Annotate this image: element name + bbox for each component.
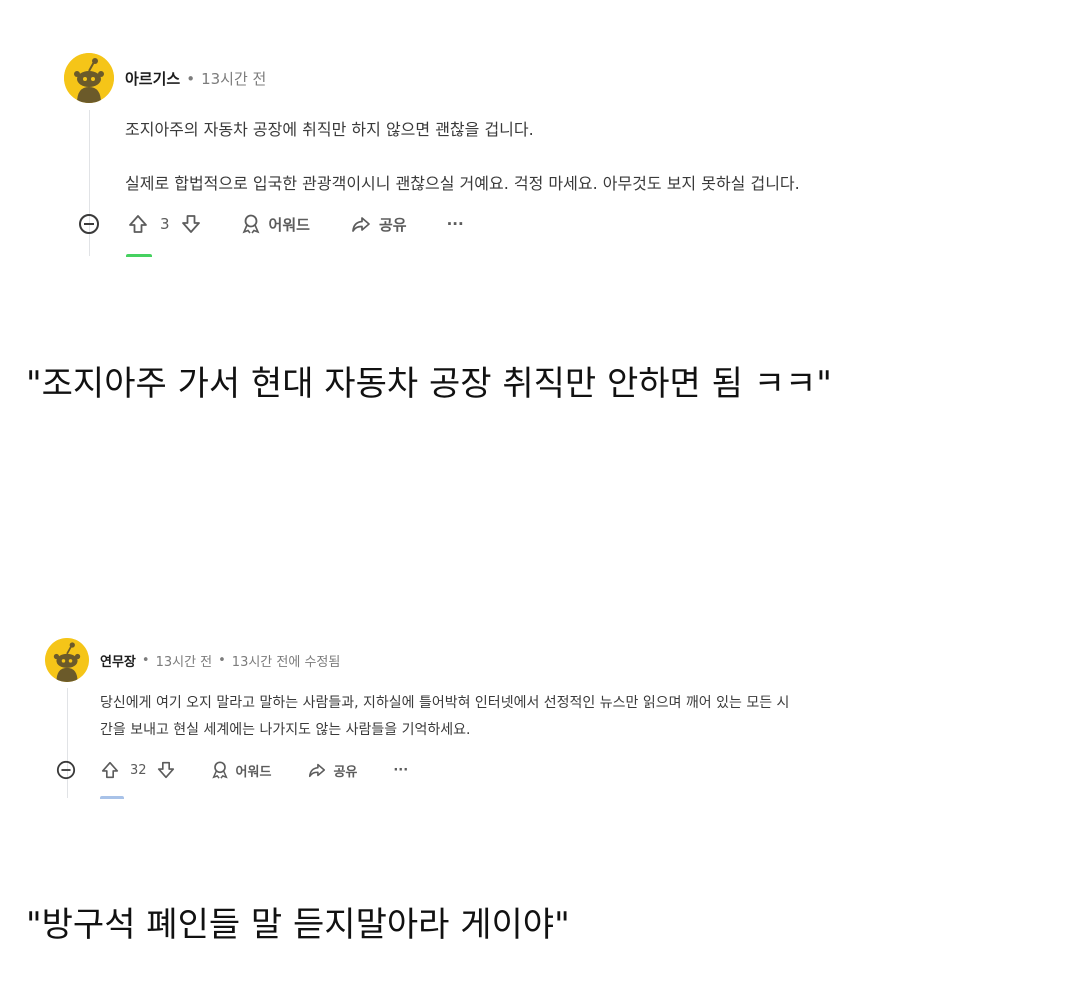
share-label: 공유 xyxy=(378,215,407,234)
comment-actions: 3 어워드 공유 ··· xyxy=(78,212,464,236)
award-button[interactable]: 어워드 xyxy=(210,760,272,780)
award-icon xyxy=(242,214,260,234)
vote-count: 3 xyxy=(160,215,170,233)
award-label: 어워드 xyxy=(235,764,272,780)
separator-dot: • xyxy=(141,653,150,668)
avatar[interactable] xyxy=(45,638,89,682)
share-icon xyxy=(352,217,370,232)
award-label: 어워드 xyxy=(268,215,310,234)
comment-body-p1: 조지아주의 자동차 공장에 취직만 하지 않으면 괜찮을 겁니다. xyxy=(125,120,534,139)
timestamp[interactable]: 13시간 전 xyxy=(156,651,213,670)
share-button[interactable]: 공유 xyxy=(350,213,407,235)
username[interactable]: 연무장 xyxy=(100,651,136,670)
more-options-icon[interactable]: ··· xyxy=(393,763,408,778)
comment-meta: 아르기스 • 13시간 전 xyxy=(125,68,266,89)
snoo-avatar-icon xyxy=(45,638,89,682)
next-avatar-stub xyxy=(100,796,124,799)
next-avatar-stub xyxy=(126,254,152,257)
edited-label: 13시간 전에 수정됨 xyxy=(231,655,341,670)
username[interactable]: 아르기스 xyxy=(125,68,180,89)
share-icon xyxy=(309,763,326,778)
collapse-icon[interactable] xyxy=(56,760,76,780)
comment-meta: 연무장 • 13시간 전 • 13시간 전에 수정됨 xyxy=(100,651,340,670)
comment-body-line1: 당신에게 여기 오지 말라고 말하는 사람들과, 지하실에 틀어박혀 인터넷에서… xyxy=(100,695,790,711)
vote-count: 32 xyxy=(130,762,147,778)
snoo-avatar-icon xyxy=(64,53,114,103)
award-button[interactable]: 어워드 xyxy=(240,213,310,235)
award-icon xyxy=(211,761,228,779)
separator-dot: • xyxy=(218,653,226,668)
share-label: 공유 xyxy=(333,764,358,780)
collapse-icon[interactable] xyxy=(78,213,100,235)
thread-line[interactable] xyxy=(67,688,68,798)
avatar[interactable] xyxy=(64,53,114,103)
comment-actions: 32 어워드 공유 ··· xyxy=(56,759,408,781)
comment-body-line2: 간을 보내고 현실 세계에는 나가지도 않는 사람들을 기억하세요. xyxy=(100,722,471,738)
more-options-icon[interactable]: ··· xyxy=(447,215,464,233)
caption-1: "조지아주 가서 현대 자동차 공장 취직만 안하면 됨 ㅋㅋ" xyxy=(26,364,832,404)
downvote-icon[interactable] xyxy=(156,760,176,780)
share-button[interactable]: 공유 xyxy=(307,760,357,780)
separator-dot: • xyxy=(186,69,196,88)
upvote-icon[interactable] xyxy=(127,213,149,235)
timestamp[interactable]: 13시간 전 xyxy=(201,68,266,89)
comment-body-p2: 실제로 합법적으로 입국한 관광객이시니 괜찮으실 거예요. 걱정 마세요. 아… xyxy=(125,174,800,193)
caption-2: "방구석 폐인들 말 듣지말아라 게이야" xyxy=(26,905,570,945)
upvote-icon[interactable] xyxy=(100,760,120,780)
downvote-icon[interactable] xyxy=(180,213,202,235)
